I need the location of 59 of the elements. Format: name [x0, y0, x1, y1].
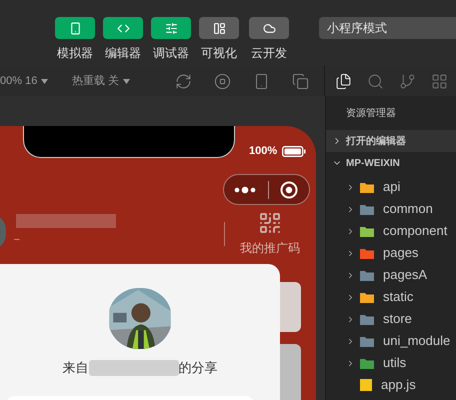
sliders-icon: [164, 22, 178, 34]
folder-item[interactable]: api: [326, 176, 456, 198]
stop-icon[interactable]: [214, 72, 232, 90]
side-card: [280, 282, 301, 332]
chevron-right-icon: [346, 292, 355, 302]
windows-icon[interactable]: [292, 72, 310, 90]
folder-item[interactable]: pagesA: [326, 264, 456, 286]
files-icon[interactable]: [334, 72, 352, 90]
toolbar-button[interactable]: [249, 17, 289, 39]
chevron-right-icon: [346, 204, 355, 214]
chevron-right-icon: [346, 314, 355, 324]
toolbar-button[interactable]: [103, 17, 143, 39]
chevron-right-icon: [346, 358, 355, 368]
file-item[interactable]: app.js: [326, 374, 456, 396]
section-header[interactable]: 打开的编辑器: [326, 130, 456, 152]
qr-code-icon[interactable]: [258, 211, 282, 235]
chevron-right-icon: [346, 182, 355, 192]
share-text-suffix: 的分享: [178, 359, 218, 378]
folder-item[interactable]: static: [326, 286, 456, 308]
folder-item[interactable]: component: [326, 220, 456, 242]
toolbar-label: 可视化: [201, 45, 237, 62]
capsule-button[interactable]: [223, 174, 310, 205]
close-icon: [280, 180, 298, 198]
cloud-icon: [262, 22, 276, 34]
phone-icon: [68, 22, 82, 34]
caret-icon: [123, 78, 130, 84]
branch-icon[interactable]: [398, 72, 416, 90]
toolbar-button[interactable]: [199, 17, 239, 39]
share-text-prefix: 来自: [62, 359, 88, 378]
caret-icon: [41, 78, 48, 84]
toolbar-button[interactable]: [151, 17, 191, 39]
folder-item[interactable]: common: [326, 198, 456, 220]
chevron-right-icon: [346, 336, 355, 346]
toolbar-label: 模拟器: [57, 45, 93, 62]
search-icon[interactable]: [366, 72, 384, 90]
toolbar-label: 云开发: [251, 45, 287, 62]
chevron-right-icon: [346, 270, 355, 280]
layout-icon: [212, 22, 226, 34]
refresh-icon[interactable]: [175, 72, 192, 90]
mode-select[interactable]: 小程序模式: [319, 17, 456, 39]
folder-item[interactable]: store: [326, 308, 456, 330]
chevron-right-icon: [346, 226, 355, 236]
zoom-dropdown[interactable]: 00% 16: [0, 72, 62, 90]
folder-item[interactable]: pages: [326, 242, 456, 264]
battery-icon: [282, 146, 306, 157]
name-subtitle: –: [14, 233, 20, 247]
explorer-title: 资源管理器: [345, 106, 397, 120]
battery-text: 100%: [249, 144, 278, 159]
grid-icon[interactable]: [430, 72, 448, 90]
folder-item[interactable]: utils: [326, 352, 456, 374]
toolbar-label: 调试器: [153, 45, 189, 62]
toolbar-label: 编辑器: [105, 45, 141, 62]
promo-code-link[interactable]: 我的推广码: [240, 239, 300, 257]
more-icon: [234, 186, 256, 194]
toolbar-button[interactable]: [55, 17, 95, 39]
code-icon: [116, 22, 130, 34]
folder-item[interactable]: uni_module: [326, 330, 456, 352]
chevron-right-icon: [346, 248, 355, 258]
hot-reload-dropdown[interactable]: 热重载 关: [72, 72, 130, 90]
